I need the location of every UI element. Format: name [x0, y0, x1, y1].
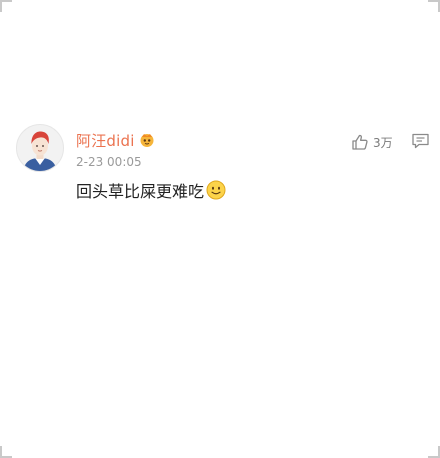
frame-corner-bottom-left: [0, 446, 12, 458]
vip-crown-icon: [139, 132, 155, 148]
frame-corner-top-right: [428, 0, 440, 12]
username[interactable]: 阿汪didi: [76, 130, 135, 151]
comment-item: 阿汪didi 2-23 00:05 回头草比屎更难吃 3万: [16, 124, 430, 224]
frame-corner-top-left: [0, 0, 12, 12]
username-row: 阿汪didi: [76, 130, 155, 150]
avatar[interactable]: [16, 124, 64, 172]
comment-reply-icon[interactable]: [411, 132, 430, 150]
smile-emoji-icon: [206, 180, 226, 200]
frame-corner-bottom-right: [428, 446, 440, 458]
timestamp: 2-23 00:05: [76, 155, 142, 169]
comment-text-row: 回头草比屎更难吃: [76, 178, 226, 202]
like-count: 3万: [373, 135, 393, 150]
thumbs-up-icon: [351, 133, 369, 151]
like-button[interactable]: 3万: [351, 132, 393, 152]
comment-text: 回头草比屎更难吃: [76, 182, 205, 201]
